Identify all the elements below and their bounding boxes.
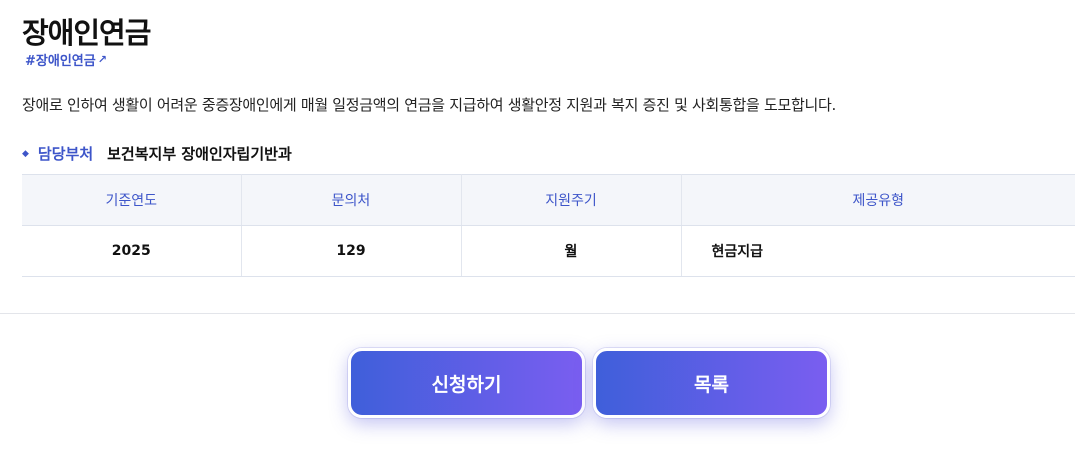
cell-base-year: 2025 bbox=[22, 225, 242, 277]
header-support-cycle: 지원주기 bbox=[461, 174, 682, 226]
apply-button[interactable]: 신청하기 bbox=[348, 348, 585, 418]
section-divider bbox=[0, 313, 1075, 314]
hashtag-label: #장애인연금 bbox=[25, 54, 96, 67]
cell-support-cycle: 월 bbox=[461, 225, 682, 277]
diamond-bullet-icon: ◆ bbox=[22, 148, 29, 159]
header-contact: 문의처 bbox=[241, 174, 462, 226]
cell-provision-type: 현금지급 bbox=[681, 225, 1075, 277]
department-value: 보건복지부 장애인자립기반과 bbox=[107, 145, 292, 163]
table-row: 2025 129 월 현금지급 bbox=[22, 225, 1075, 277]
cell-contact: 129 bbox=[241, 225, 462, 277]
header-provision-type: 제공유형 bbox=[681, 174, 1075, 226]
info-table: 기준연도 문의처 지원주기 제공유형 2025 129 월 현금지급 bbox=[22, 174, 1075, 277]
page-description: 장애로 인하여 생활이 어려운 중증장애인에게 매월 일정금액의 연금을 지급하… bbox=[22, 96, 836, 114]
external-link-icon: ↗ bbox=[97, 53, 107, 66]
department-info: ◆ 담당부처 보건복지부 장애인자립기반과 bbox=[22, 143, 292, 164]
page-title: 장애인연금 bbox=[22, 16, 151, 50]
header-base-year: 기준연도 bbox=[22, 174, 242, 226]
table-header-row: 기준연도 문의처 지원주기 제공유형 bbox=[22, 174, 1075, 226]
list-button[interactable]: 목록 bbox=[593, 348, 830, 418]
department-label: 담당부처 bbox=[37, 145, 94, 163]
hashtag-link[interactable]: #장애인연금 ↗ bbox=[25, 53, 107, 67]
